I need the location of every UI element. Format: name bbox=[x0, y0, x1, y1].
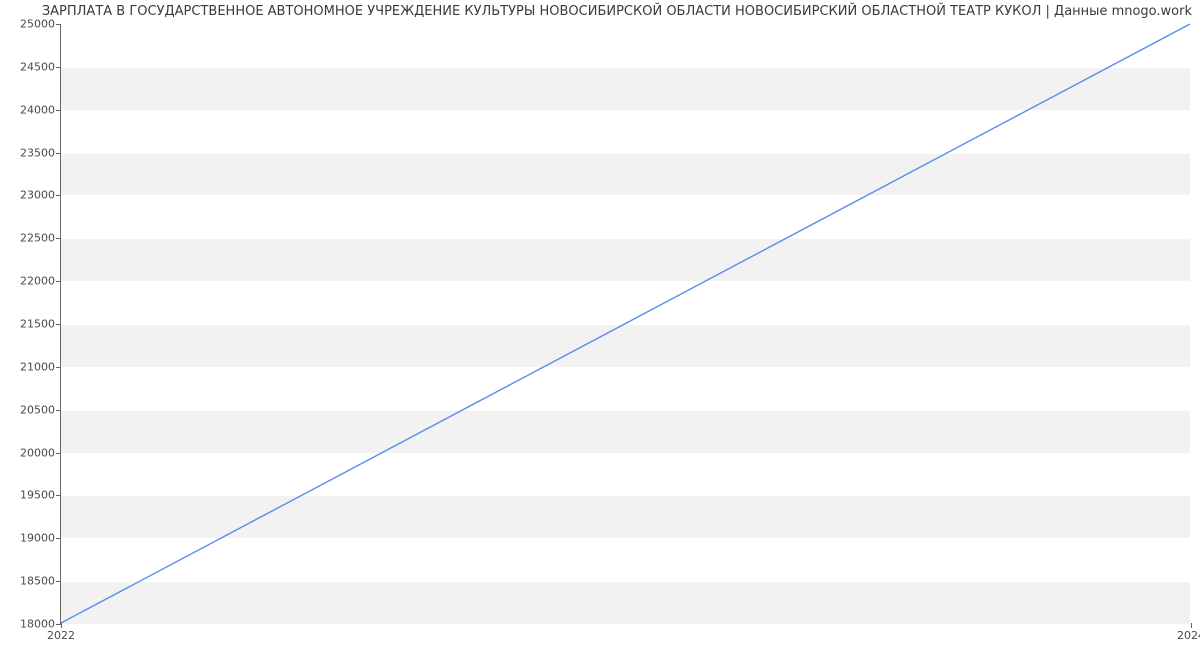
y-tick-label: 25000 bbox=[20, 18, 61, 31]
y-tick-label: 23500 bbox=[20, 146, 61, 159]
chart-title: ЗАРПЛАТА В ГОСУДАРСТВЕННОЕ АВТОНОМНОЕ УЧ… bbox=[8, 4, 1192, 19]
y-tick-label: 22000 bbox=[20, 275, 61, 288]
y-tick-label: 20500 bbox=[20, 403, 61, 416]
x-tick-label: 2024 bbox=[1177, 623, 1200, 642]
grid-line bbox=[61, 624, 1190, 625]
data-line bbox=[61, 24, 1190, 623]
y-tick-label: 21500 bbox=[20, 318, 61, 331]
line-layer bbox=[61, 24, 1190, 623]
chart-container: ЗАРПЛАТА В ГОСУДАРСТВЕННОЕ АВТОНОМНОЕ УЧ… bbox=[0, 0, 1200, 650]
y-tick-label: 18500 bbox=[20, 575, 61, 588]
y-tick-label: 19000 bbox=[20, 532, 61, 545]
x-tick-label: 2022 bbox=[47, 623, 75, 642]
plot-area: 1800018500190001950020000205002100021500… bbox=[60, 24, 1190, 624]
y-tick-label: 19500 bbox=[20, 489, 61, 502]
y-tick-label: 24500 bbox=[20, 60, 61, 73]
y-tick-label: 22500 bbox=[20, 232, 61, 245]
y-tick-label: 21000 bbox=[20, 360, 61, 373]
y-tick-label: 24000 bbox=[20, 103, 61, 116]
y-tick-label: 20000 bbox=[20, 446, 61, 459]
y-tick-label: 23000 bbox=[20, 189, 61, 202]
